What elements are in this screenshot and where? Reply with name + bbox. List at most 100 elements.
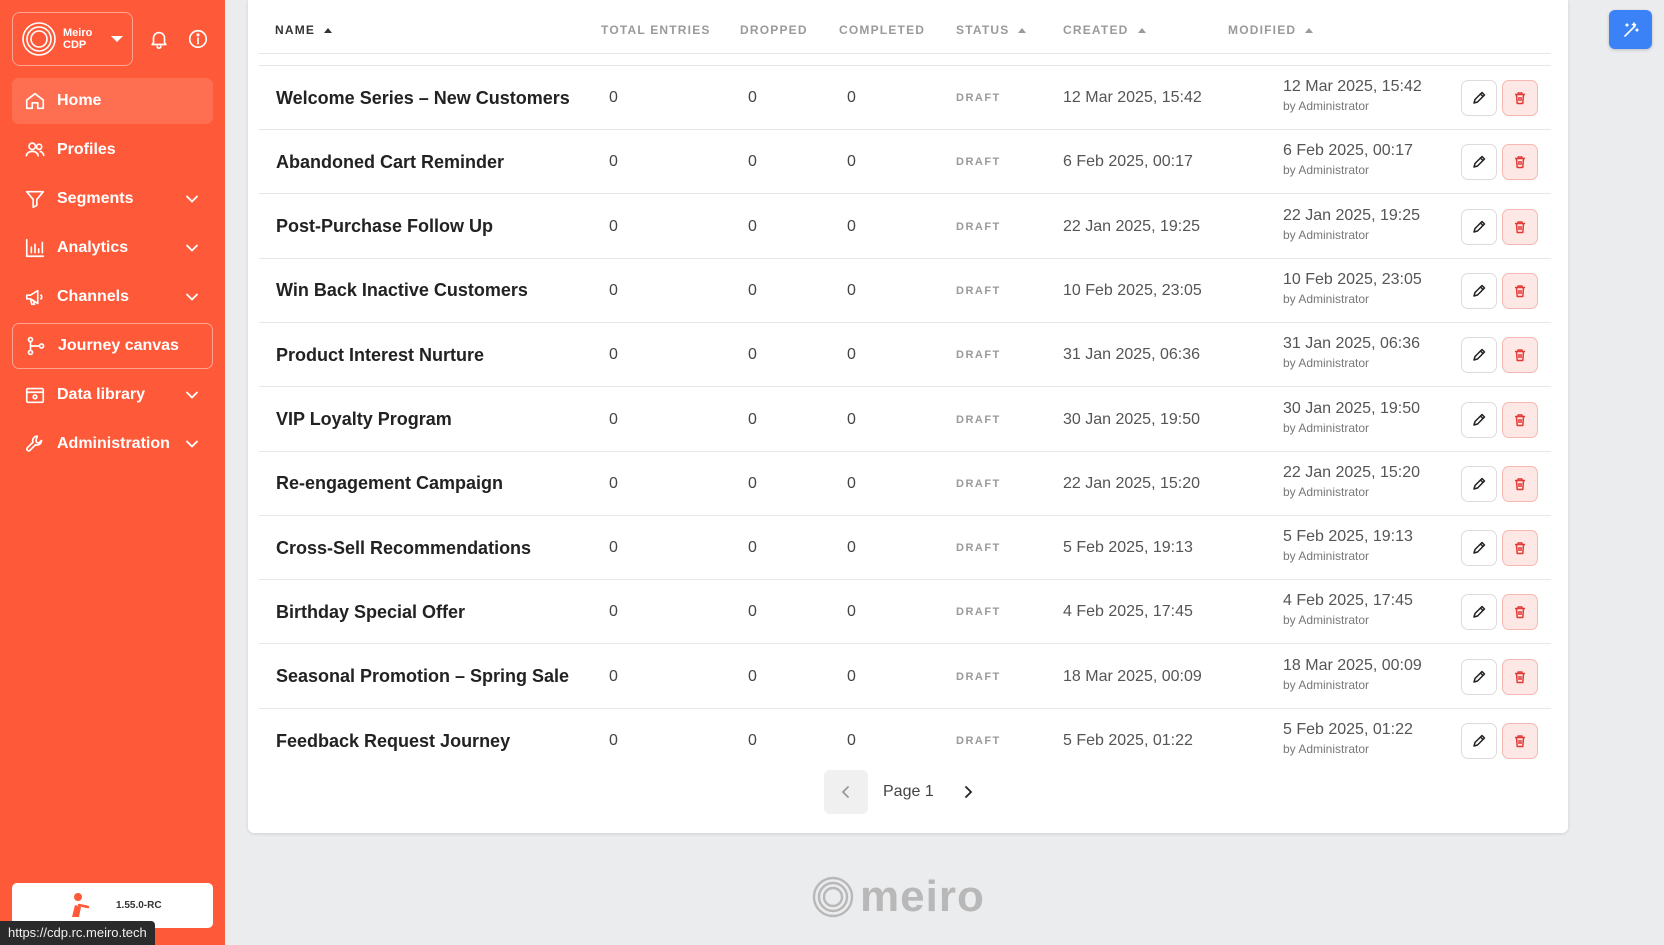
total-entries-value: 0 <box>609 89 618 106</box>
delete-button[interactable] <box>1502 658 1538 695</box>
sidebar-item-journey-canvas[interactable]: Journey canvas <box>12 323 213 369</box>
pagination: Page 1 <box>824 770 980 814</box>
edit-button[interactable] <box>1461 465 1497 502</box>
sidebar-item-administration[interactable]: Administration <box>12 421 213 467</box>
table-row[interactable]: Feedback Request Journey 0 0 0 DRAFT 5 Feb 20… <box>259 709 1551 773</box>
table-row[interactable]: Birthday Special Offer 0 0 0 DRAFT 4 Feb 2025… <box>259 580 1551 645</box>
modified-by: by Administrator <box>1283 613 1370 628</box>
journey-name[interactable]: Seasonal Promotion – Spring Sale <box>276 645 569 709</box>
modified-by: by Administrator <box>1283 420 1370 435</box>
modified-value: 5 Feb 2025, 19:13 <box>1283 528 1413 546</box>
sidebar-item-data-library[interactable]: Data library <box>12 372 213 418</box>
table-row[interactable]: Abandoned Cart Reminder 0 0 0 DRAFT 6 Feb 202… <box>259 130 1551 195</box>
chevron-down-icon <box>186 195 198 203</box>
column-header-created[interactable]: CREATED <box>1063 23 1146 37</box>
column-header-status[interactable]: STATUS <box>956 23 1027 37</box>
edit-button[interactable] <box>1461 723 1497 759</box>
journey-name[interactable]: Re-engagement Campaign <box>276 452 503 516</box>
table-row[interactable]: Cross-Sell Recommendations 0 0 0 DRAFT 5 Feb … <box>259 516 1551 581</box>
dropped-value: 0 <box>748 732 757 749</box>
created-value: 30 Jan 2025, 19:50 <box>1063 410 1201 428</box>
journey-name[interactable]: Product Interest Nurture <box>276 323 484 387</box>
delete-button[interactable] <box>1502 272 1538 309</box>
table-row[interactable]: Win Back Inactive Customers 0 0 0 DRAFT 10 Fe… <box>259 259 1551 323</box>
journey-name[interactable]: Birthday Special Offer <box>276 580 465 644</box>
modified-by: by Administrator <box>1283 549 1370 564</box>
modified-value: 4 Feb 2025, 17:45 <box>1283 592 1413 610</box>
next-page-button[interactable] <box>956 770 980 814</box>
delete-button[interactable] <box>1502 594 1538 631</box>
journey-name[interactable]: Welcome Series – New Customers <box>276 66 570 130</box>
journey-name[interactable]: Feedback Request Journey <box>276 709 510 773</box>
table-row[interactable]: Product Interest Nurture 0 0 0 DRAFT 31 Jan 2… <box>259 323 1551 388</box>
edit-button[interactable] <box>1461 272 1497 309</box>
delete-button[interactable] <box>1502 208 1538 245</box>
table-row[interactable]: Seasonal Promotion – Spring Sale 0 0 0 DRAFT… <box>259 645 1551 709</box>
status-badge: DRAFT <box>956 284 1001 297</box>
users-icon <box>24 139 46 161</box>
completed-value: 0 <box>847 474 856 492</box>
total-entries-value: 0 <box>609 667 618 685</box>
delete-button[interactable] <box>1502 723 1538 759</box>
delete-button[interactable] <box>1502 80 1538 116</box>
previous-page-button[interactable] <box>824 770 868 814</box>
sidebar-item-label: Data library <box>57 386 146 403</box>
sidebar-item-analytics[interactable]: Analytics <box>12 225 213 271</box>
edit-button[interactable] <box>1461 530 1497 567</box>
completed-value: 0 <box>847 603 856 621</box>
sidebar-item-home[interactable]: Home <box>12 78 213 124</box>
edit-button[interactable] <box>1461 144 1497 181</box>
edit-button[interactable] <box>1461 401 1497 438</box>
dropped-value: 0 <box>748 346 757 364</box>
modified-by: by Administrator <box>1283 742 1370 756</box>
table-row[interactable]: Welcome Series – New Customers 0 0 0 DRAFT 12… <box>259 66 1551 130</box>
edit-button[interactable] <box>1461 80 1497 116</box>
brand-switcher[interactable]: Meiro CDP <box>12 12 133 66</box>
magic-wand-button[interactable] <box>1609 10 1652 49</box>
journey-name[interactable]: VIP Loyalty Program <box>276 388 452 452</box>
modified-cell: 30 Jan 2025, 19:50 by Administrator <box>1283 400 1420 435</box>
completed-value: 0 <box>847 217 856 235</box>
sidebar-item-label: Journey canvas <box>58 337 179 354</box>
trash-icon <box>1515 670 1525 683</box>
version-label: 1.55.0-RC <box>116 900 162 911</box>
column-header-name[interactable]: NAME <box>275 23 333 37</box>
chevron-down-icon <box>186 391 198 399</box>
completed-value: 0 <box>847 281 856 299</box>
journey-icon <box>25 335 47 357</box>
edit-button[interactable] <box>1461 658 1497 695</box>
chevron-left-icon <box>841 786 849 798</box>
total-entries-value: 0 <box>609 346 618 364</box>
modified-cell: 18 Mar 2025, 00:09 by Administrator <box>1283 657 1422 692</box>
bell-icon[interactable] <box>148 28 170 50</box>
edit-button[interactable] <box>1461 208 1497 245</box>
table-row[interactable]: Re-engagement Campaign 0 0 0 DRAFT 22 Jan 202… <box>259 452 1551 516</box>
table-row[interactable]: Post-Purchase Follow Up 0 0 0 DRAFT 22 Jan 20… <box>259 195 1551 259</box>
sidebar-item-profiles[interactable]: Profiles <box>12 127 213 173</box>
delete-button[interactable] <box>1502 144 1538 181</box>
modified-by: by Administrator <box>1283 99 1370 113</box>
dropped-value: 0 <box>748 667 757 685</box>
journey-name[interactable]: Win Back Inactive Customers <box>276 259 528 323</box>
edit-button[interactable] <box>1461 337 1497 374</box>
trash-icon <box>1515 285 1525 298</box>
info-icon[interactable] <box>187 28 209 50</box>
status-badge: DRAFT <box>956 156 1001 169</box>
delete-button[interactable] <box>1502 530 1538 567</box>
status-url-tooltip: https://cdp.rc.meiro.tech <box>0 921 155 945</box>
column-header-label: NAME <box>275 23 316 37</box>
journey-name[interactable]: Cross-Sell Recommendations <box>276 516 531 580</box>
total-entries-value: 0 <box>609 474 618 492</box>
column-header-modified[interactable]: MODIFIED <box>1228 23 1314 37</box>
modified-cell: 22 Jan 2025, 19:25 by Administrator <box>1283 207 1420 242</box>
sidebar-item-segments[interactable]: Segments <box>12 176 213 222</box>
delete-button[interactable] <box>1502 337 1538 374</box>
edit-button[interactable] <box>1461 594 1497 631</box>
delete-button[interactable] <box>1502 401 1538 438</box>
completed-value: 0 <box>847 410 856 428</box>
journey-name[interactable]: Abandoned Cart Reminder <box>276 130 504 194</box>
table-row[interactable]: VIP Loyalty Program 0 0 0 DRAFT 30 Jan 2025, … <box>259 388 1551 452</box>
sidebar-item-channels[interactable]: Channels <box>12 274 213 320</box>
delete-button[interactable] <box>1502 465 1538 502</box>
journey-name[interactable]: Post-Purchase Follow Up <box>276 195 493 259</box>
